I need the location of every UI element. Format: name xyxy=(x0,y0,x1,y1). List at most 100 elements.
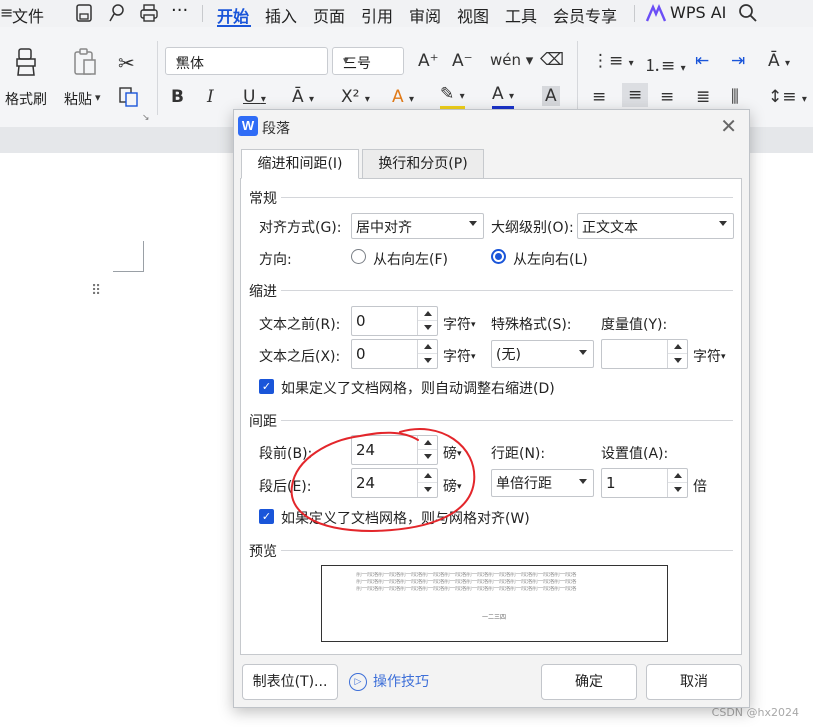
alignment-select[interactable]: 居中对齐 xyxy=(351,213,484,239)
numbered-list-icon[interactable]: ⒈≡ ▾ xyxy=(644,51,686,76)
paste-dropdown-icon[interactable]: ▾ xyxy=(95,91,101,104)
decrease-indent-icon[interactable]: ⇤ xyxy=(695,51,709,71)
space-before-spinner[interactable]: 24 xyxy=(351,435,438,465)
indent-before-unit[interactable]: 字符▾ xyxy=(443,314,476,334)
shrink-font-icon[interactable]: A⁻ xyxy=(452,51,473,71)
outline-level-select[interactable]: 正文文本 xyxy=(577,213,734,239)
spin-down-icon[interactable] xyxy=(418,321,437,335)
more-icon[interactable]: ··· xyxy=(171,0,188,21)
spacing-grid-checkbox[interactable]: ✓ xyxy=(259,509,274,524)
indent-after-unit[interactable]: 字符▾ xyxy=(443,346,476,366)
measure-spinner[interactable] xyxy=(601,339,688,369)
line-spacing-select[interactable]: 单倍行距 xyxy=(491,469,594,497)
tab-review[interactable]: 审阅 xyxy=(409,3,441,27)
tips-link[interactable]: ▷ 操作技巧 xyxy=(349,671,429,691)
special-format-label: 特殊格式(S): xyxy=(491,317,572,333)
paste-icon[interactable] xyxy=(72,47,98,77)
tab-indent-spacing[interactable]: 缩进和间距(I) xyxy=(241,149,359,179)
setting-spinner[interactable]: 1 xyxy=(601,468,688,498)
highlight-icon[interactable]: ✎ ▾ xyxy=(440,85,465,109)
align-right-icon[interactable]: ≡ xyxy=(660,87,674,107)
bullet-list-icon[interactable]: ⋮≡ ▾ xyxy=(592,51,634,71)
paste-label[interactable]: 粘贴 xyxy=(64,89,92,109)
rtl-label[interactable]: 从右向左(F) xyxy=(373,249,448,269)
text-effect-icon[interactable]: A ▾ xyxy=(392,87,414,107)
underline-icon[interactable]: U ▾ xyxy=(243,87,266,107)
increase-indent-icon[interactable]: ⇥ xyxy=(731,51,745,71)
indent-grid-label[interactable]: 如果定义了文档网格，则自动调整右缩进(D) xyxy=(281,378,555,398)
section-preview: 预览 xyxy=(249,544,277,560)
format-painter-label[interactable]: 格式刷 xyxy=(5,89,47,109)
spin-up-icon[interactable] xyxy=(668,469,687,483)
tab-references[interactable]: 引用 xyxy=(361,3,393,27)
indent-before-spinner[interactable]: 0 xyxy=(351,306,438,336)
superscript-icon[interactable]: X² ▾ xyxy=(341,87,370,107)
copy-icon[interactable] xyxy=(118,86,140,108)
unit-text: 字符 xyxy=(443,317,471,333)
spacing-grid-label[interactable]: 如果定义了文档网格，则与网格对齐(W) xyxy=(281,508,530,528)
ltr-label[interactable]: 从左向右(L) xyxy=(513,249,588,269)
text-direction-icon[interactable]: Ā ▾ xyxy=(768,51,790,71)
print-icon[interactable] xyxy=(138,2,160,24)
space-after-label: 段后(E): xyxy=(259,479,312,495)
chevron-down-icon: ▾ xyxy=(176,54,182,67)
tab-stops-button[interactable]: 制表位(T)... xyxy=(242,664,338,700)
indent-after-spinner[interactable]: 0 xyxy=(351,339,438,369)
spin-down-icon[interactable] xyxy=(418,483,437,497)
spin-up-icon[interactable] xyxy=(418,307,437,321)
bold-icon[interactable]: B xyxy=(171,87,184,107)
distributed-icon[interactable]: ⫼ xyxy=(731,87,739,107)
clipboard-launcher-icon[interactable]: ↘ xyxy=(142,113,150,123)
space-after-unit[interactable]: 磅▾ xyxy=(443,476,462,496)
tab-wps-ai[interactable]: WPS AI xyxy=(670,3,726,22)
spin-down-icon[interactable] xyxy=(418,450,437,464)
grow-font-icon[interactable]: A⁺ xyxy=(418,51,439,71)
clear-format-icon[interactable]: ⌫ xyxy=(540,50,564,70)
format-brush-icon[interactable] xyxy=(106,2,128,24)
menu-file[interactable]: 文件 xyxy=(12,3,44,27)
spin-down-icon[interactable] xyxy=(418,354,437,368)
align-left-icon[interactable]: ≡ xyxy=(592,87,606,107)
cut-icon[interactable]: ✂ xyxy=(118,51,135,75)
tab-view[interactable]: 视图 xyxy=(457,3,489,27)
spin-up-icon[interactable] xyxy=(418,340,437,354)
rtl-radio[interactable] xyxy=(351,249,366,264)
ok-button[interactable]: 确定 xyxy=(541,664,637,700)
space-after-spinner[interactable]: 24 xyxy=(351,468,438,498)
align-center-icon[interactable]: ≡ xyxy=(622,83,649,107)
justify-icon[interactable]: ≣ xyxy=(696,87,710,107)
char-shading-icon[interactable]: A xyxy=(542,86,560,106)
tab-insert[interactable]: 插入 xyxy=(265,3,297,27)
search-icon[interactable] xyxy=(737,2,759,24)
phonetic-guide-icon[interactable]: wén ▾ xyxy=(490,51,533,69)
font-name-select[interactable]: 黑体 ▾ xyxy=(165,47,328,75)
line-spacing-icon[interactable]: ↕≡ ▾ xyxy=(768,87,807,107)
spin-down-icon[interactable] xyxy=(668,354,687,368)
indent-grid-checkbox[interactable]: ✓ xyxy=(259,379,274,394)
save-icon[interactable] xyxy=(73,2,95,24)
space-before-unit[interactable]: 磅▾ xyxy=(443,443,462,463)
measure-unit[interactable]: 字符▾ xyxy=(693,346,726,366)
format-painter-icon[interactable] xyxy=(13,47,39,77)
strikethrough-icon[interactable]: Ā ▾ xyxy=(292,87,314,107)
unit-text: 字符 xyxy=(443,349,471,365)
tab-line-page-break[interactable]: 换行和分页(P) xyxy=(362,149,484,179)
close-icon[interactable]: ✕ xyxy=(720,114,737,138)
spin-up-icon[interactable] xyxy=(418,436,437,450)
alignment-value: 居中对齐 xyxy=(356,220,412,236)
drag-handle-icon[interactable]: ⠿ xyxy=(91,284,102,298)
tab-member[interactable]: 会员专享 xyxy=(553,3,617,27)
italic-icon[interactable]: I xyxy=(207,87,214,107)
tab-tools[interactable]: 工具 xyxy=(505,3,537,27)
cancel-button[interactable]: 取消 xyxy=(646,664,742,700)
ltr-radio[interactable] xyxy=(491,249,506,264)
special-format-select[interactable]: (无) xyxy=(491,340,594,368)
spin-up-icon[interactable] xyxy=(668,340,687,354)
tab-panel: 常规 对齐方式(G): 居中对齐 大纲级别(O): 正文文本 方向: 从右向左(… xyxy=(240,178,742,655)
font-size-select[interactable]: 三号 ▾ xyxy=(332,47,404,75)
font-color-icon[interactable]: A ▾ xyxy=(492,85,515,109)
tab-home[interactable]: 开始 xyxy=(217,3,249,27)
spin-up-icon[interactable] xyxy=(418,469,437,483)
tab-page[interactable]: 页面 xyxy=(313,3,345,27)
spin-down-icon[interactable] xyxy=(668,483,687,497)
